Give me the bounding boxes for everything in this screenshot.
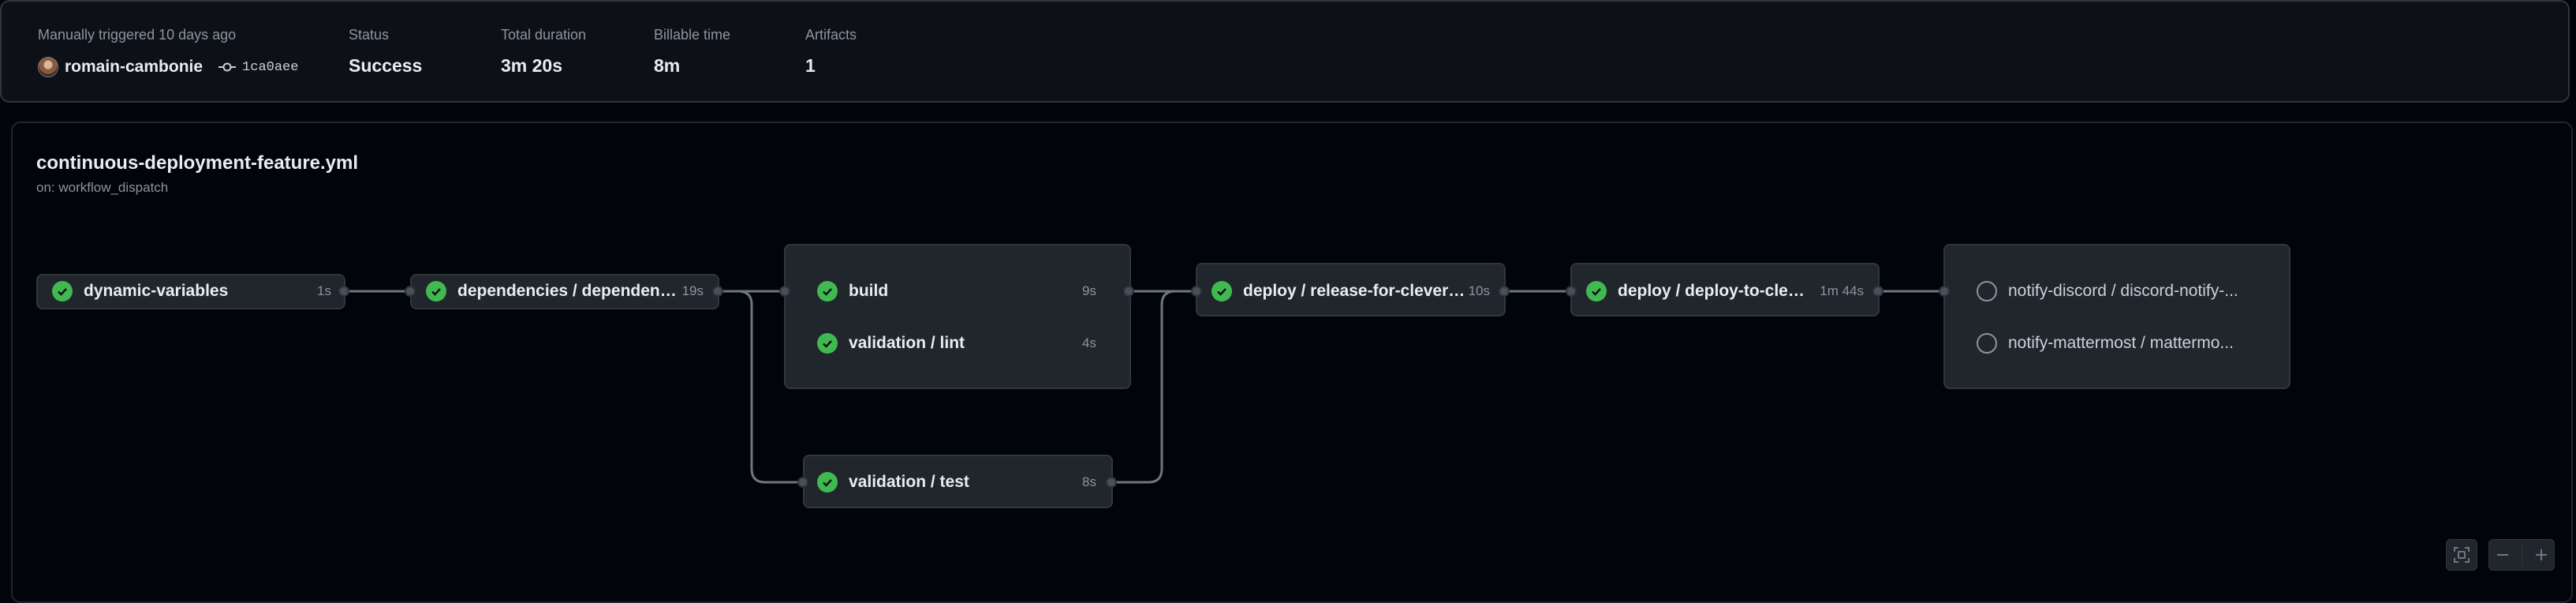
- connector-dot: [1566, 286, 1577, 297]
- check-circle-icon: [426, 281, 446, 302]
- connector-dot: [779, 286, 790, 297]
- connector-dot: [797, 477, 808, 488]
- minus-icon[interactable]: [2496, 548, 2510, 562]
- job-duration: 4s: [1082, 335, 1096, 350]
- job-duration: 19s: [681, 283, 704, 298]
- connector-dot: [1499, 286, 1510, 297]
- job-validation-lint[interactable]: validation / lint 4s: [817, 326, 1096, 361]
- job-duration: 1s: [317, 283, 331, 298]
- check-circle-icon: [1211, 281, 1232, 302]
- job-notify-discord[interactable]: notify-discord / discord-notify-...: [1977, 274, 2276, 309]
- connector-dot: [405, 286, 416, 297]
- job-name: build: [849, 282, 889, 300]
- job-name: notify-mattermost / mattermo...: [2008, 334, 2234, 352]
- circle-icon: [1977, 333, 1997, 354]
- check-circle-icon: [52, 281, 73, 302]
- connector-dot: [712, 286, 723, 297]
- job-dynamic-variables[interactable]: dynamic-variables 1s: [52, 274, 331, 309]
- plus-icon[interactable]: [2534, 548, 2548, 562]
- job-duration: 8s: [1082, 474, 1096, 489]
- job-dependencies[interactable]: dependencies / dependencies 19s: [426, 274, 704, 309]
- job-group-notify: [1943, 244, 2290, 389]
- job-deploy[interactable]: deploy / deploy-to-clevercloud 1m 44s: [1586, 274, 1864, 309]
- zoom-controls: [2488, 539, 2555, 571]
- check-circle-icon: [817, 472, 838, 493]
- job-name: dynamic-variables: [84, 282, 229, 300]
- connector-dot: [1123, 286, 1134, 297]
- circle-icon: [1977, 281, 1997, 302]
- check-circle-icon: [817, 281, 838, 302]
- job-build[interactable]: build 9s: [817, 274, 1096, 309]
- check-circle-icon: [817, 333, 838, 354]
- job-duration: 9s: [1082, 283, 1096, 298]
- connector-dot: [1872, 286, 1883, 297]
- job-name: deploy / release-for-clevercloud: [1243, 282, 1468, 300]
- job-notify-mattermost[interactable]: notify-mattermost / mattermo...: [1977, 326, 2276, 361]
- fullscreen-icon: [2454, 547, 2470, 563]
- job-release[interactable]: deploy / release-for-clevercloud 10s: [1211, 274, 1490, 309]
- job-name: validation / lint: [849, 334, 965, 352]
- job-duration: 10s: [1468, 283, 1490, 298]
- job-name: validation / test: [849, 473, 969, 491]
- job-name: notify-discord / discord-notify-...: [2008, 282, 2238, 300]
- connector-dot: [1106, 477, 1117, 488]
- connector-dot: [338, 286, 349, 297]
- job-group-build-lint: [784, 244, 1131, 389]
- fullscreen-button[interactable]: [2446, 539, 2477, 571]
- job-duration: 1m 44s: [1820, 283, 1864, 298]
- connector-dot: [1191, 286, 1202, 297]
- job-name: deploy / deploy-to-clevercloud: [1618, 282, 1811, 300]
- check-circle-icon: [1586, 281, 1607, 302]
- job-validation-test[interactable]: validation / test 8s: [817, 465, 1096, 500]
- connector-dot: [1939, 286, 1950, 297]
- job-name: dependencies / dependencies: [457, 282, 682, 300]
